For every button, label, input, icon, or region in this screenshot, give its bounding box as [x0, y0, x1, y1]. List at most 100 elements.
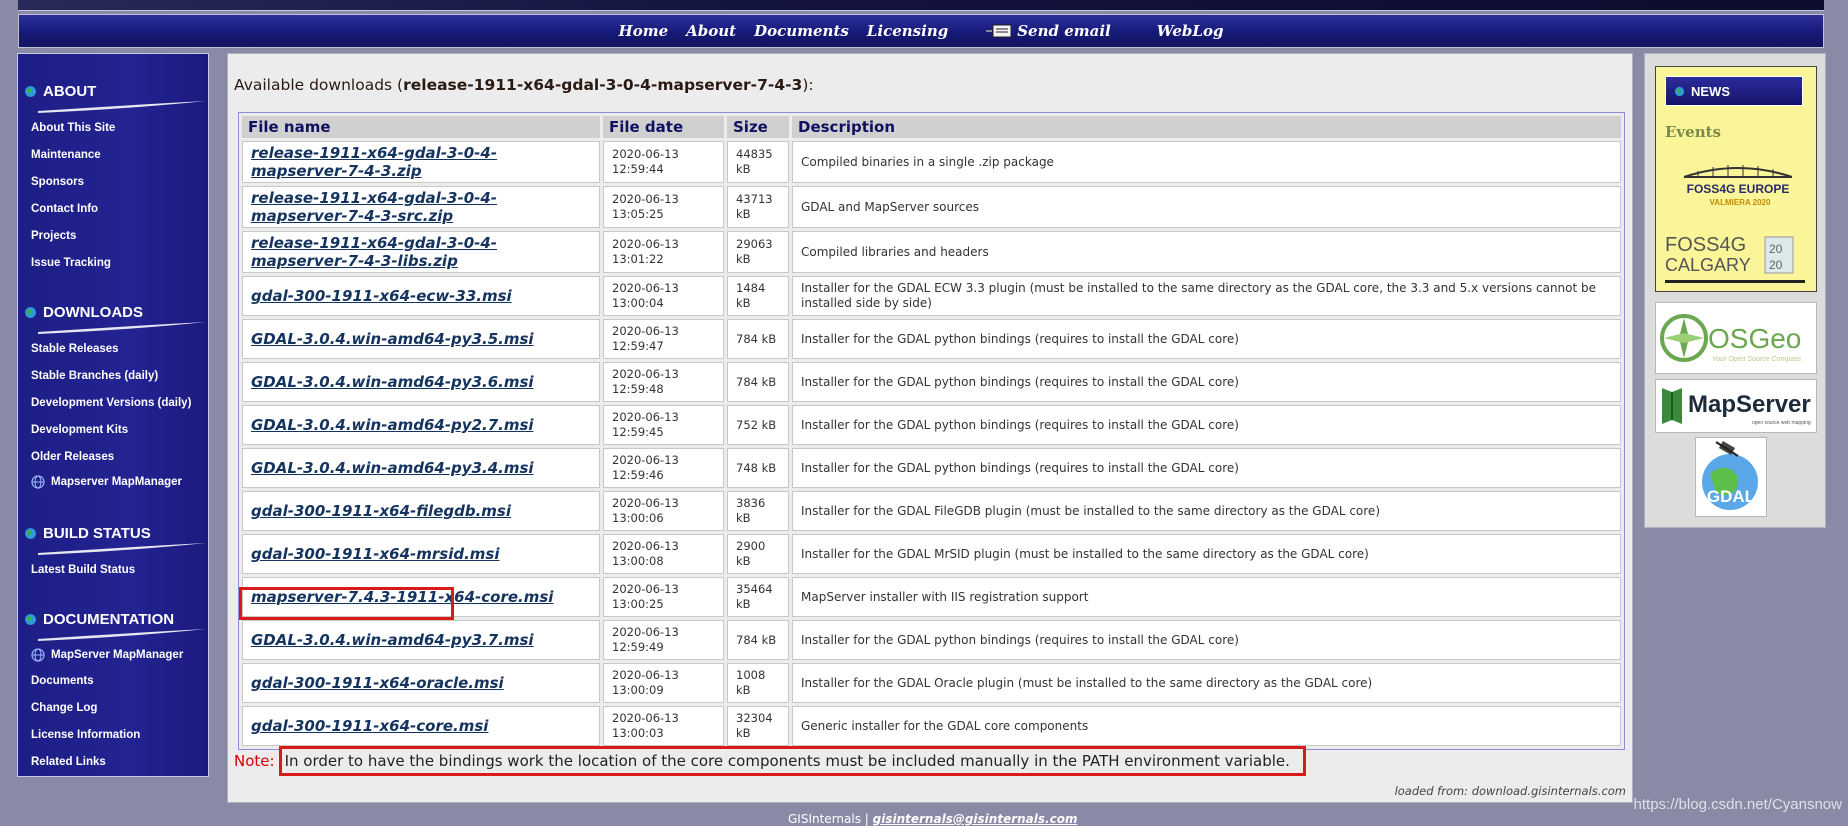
foss4g-europe-line1: FOSS4G EUROPE — [1687, 182, 1790, 196]
file-download-link[interactable]: gdal-300-1911-x64-ecw-33.msi — [251, 287, 512, 305]
file-download-link[interactable]: GDAL-3.0.4.win-amd64-py3.5.msi — [251, 330, 534, 348]
file-name-cell: gdal-300-1911-x64-mrsid.msi — [242, 534, 600, 574]
sidebar-item-stable-releases[interactable]: Stable Releases — [31, 343, 119, 355]
mapserver-tagline: open source web mapping — [1752, 420, 1811, 426]
available-prefix: Available downloads ( — [234, 76, 404, 94]
file-name-cell: GDAL-3.0.4.win-amd64-py3.4.msi — [242, 448, 600, 488]
nav-send-email[interactable]: Send email — [986, 22, 1111, 40]
sidebar-item-development-versions[interactable]: Development Versions (daily) — [31, 397, 191, 409]
nav-home[interactable]: Home — [619, 22, 669, 40]
file-download-link[interactable]: gdal-300-1911-x64-core.msi — [251, 717, 488, 735]
nav-licensing[interactable]: Licensing — [867, 22, 948, 40]
table-row: gdal-300-1911-x64-oracle.msi 2020-06-13 1… — [242, 663, 1621, 703]
file-name-cell: gdal-300-1911-x64-ecw-33.msi — [242, 276, 600, 316]
footer: GISInternals | gisinternals@gisinternals… — [788, 812, 1077, 826]
table-row: gdal-300-1911-x64-filegdb.msi 2020-06-13 … — [242, 491, 1621, 531]
table-row: GDAL-3.0.4.win-amd64-py3.4.msi 2020-06-13… — [242, 448, 1621, 488]
column-size: Size — [727, 116, 789, 138]
gdal-wordmark: GDAL — [1707, 487, 1755, 506]
sidebar-item-sponsors[interactable]: Sponsors — [31, 176, 84, 188]
sidebar-item-about-this-site[interactable]: About This Site — [31, 122, 115, 134]
top-navigation: Home About Documents Licensing Send emai… — [18, 14, 1824, 48]
file-download-link[interactable]: gdal-300-1911-x64-mrsid.msi — [251, 545, 499, 563]
file-name-cell: gdal-300-1911-x64-core.msi — [242, 706, 600, 746]
file-size-cell: 784 kB — [727, 620, 789, 660]
file-description-cell: Installer for the GDAL FileGDB plugin (m… — [792, 491, 1621, 531]
file-description-cell: Installer for the GDAL python bindings (… — [792, 405, 1621, 445]
table-row: gdal-300-1911-x64-core.msi 2020-06-13 13:… — [242, 706, 1621, 746]
globe-icon — [25, 86, 36, 97]
foss4g-calgary-line2: CALGARY — [1665, 255, 1751, 275]
file-date-cell: 2020-06-13 13:01:22 — [603, 231, 724, 273]
sidebar-item-license-information[interactable]: License Information — [31, 729, 140, 741]
world-icon — [31, 648, 45, 662]
file-date-cell: 2020-06-13 12:59:45 — [603, 405, 724, 445]
note-label: Note: — [234, 752, 275, 770]
swoosh-decoration — [38, 629, 206, 641]
file-download-link[interactable]: GDAL-3.0.4.win-amd64-py3.6.msi — [251, 373, 534, 391]
world-icon — [31, 475, 45, 489]
foss4g-calgary-year-bottom: 20 — [1769, 258, 1783, 272]
table-row: gdal-300-1911-x64-mrsid.msi 2020-06-13 13… — [242, 534, 1621, 574]
file-description-cell: Compiled binaries in a single .zip packa… — [792, 141, 1621, 183]
file-download-link[interactable]: release-1911-x64-gdal-3-0-4-mapserver-7-… — [251, 144, 497, 180]
sidebar-item-mapserver-mapmanager-docs[interactable]: MapServer MapManager — [31, 648, 183, 662]
file-size-cell: 35464 kB — [727, 577, 789, 617]
section-about: ABOUT — [24, 83, 96, 100]
sidebar-item-development-kits[interactable]: Development Kits — [31, 424, 128, 436]
gdal-logo[interactable]: GDAL — [1695, 437, 1767, 517]
file-download-link[interactable]: gdal-300-1911-x64-oracle.msi — [251, 674, 504, 692]
nav-about[interactable]: About — [686, 22, 736, 40]
sidebar-item-projects[interactable]: Projects — [31, 230, 76, 242]
file-date-cell: 2020-06-13 13:00:03 — [603, 706, 724, 746]
sidebar-item-related-links[interactable]: Related Links — [31, 756, 106, 768]
osgeo-logo[interactable]: OSGeo Your Open Source Compass — [1655, 302, 1817, 374]
file-download-link[interactable]: mapserver-7.4.3-1911-x64-core.msi — [251, 588, 553, 606]
file-download-link[interactable]: gdal-300-1911-x64-filegdb.msi — [251, 502, 511, 520]
file-name-cell: mapserver-7.4.3-1911-x64-core.msi — [242, 577, 600, 617]
file-description-cell: Installer for the GDAL python bindings (… — [792, 362, 1621, 402]
column-description: Description — [792, 116, 1621, 138]
foss4g-europe-line2: VALMIERA 2020 — [1710, 198, 1771, 207]
file-description-cell: Installer for the GDAL python bindings (… — [792, 319, 1621, 359]
file-date-cell: 2020-06-13 12:59:47 — [603, 319, 724, 359]
file-download-link[interactable]: release-1911-x64-gdal-3-0-4-mapserver-7-… — [251, 189, 497, 225]
footer-email-link[interactable]: gisinternals@gisinternals.com — [873, 812, 1078, 826]
news-box: NEWS Events FOSS4G EUROPE VALMIERA 2020 … — [1655, 66, 1817, 292]
file-size-cell: 43713 kB — [727, 186, 789, 228]
nav-weblog[interactable]: WebLog — [1157, 22, 1224, 40]
foss4g-europe-logo[interactable]: FOSS4G EUROPE VALMIERA 2020 — [1678, 161, 1798, 211]
file-description-cell: Installer for the GDAL MrSID plugin (mus… — [792, 534, 1621, 574]
file-download-link[interactable]: GDAL-3.0.4.win-amd64-py2.7.msi — [251, 416, 534, 434]
swoosh-decoration — [38, 322, 206, 334]
news-divider — [1665, 280, 1805, 283]
sidebar-item-older-releases[interactable]: Older Releases — [31, 451, 114, 463]
sidebar-item-maintenance[interactable]: Maintenance — [31, 149, 101, 161]
sidebar-item-documents[interactable]: Documents — [31, 675, 94, 687]
foss4g-calgary-logo[interactable]: FOSS4G CALGARY 20 20 — [1665, 231, 1797, 277]
file-description-cell: Compiled libraries and headers — [792, 231, 1621, 273]
sidebar-item-issue-tracking[interactable]: Issue Tracking — [31, 257, 111, 269]
sidebar-item-contact-info[interactable]: Contact Info — [31, 203, 98, 215]
mapserver-logo[interactable]: MapServer open source web mapping — [1655, 379, 1817, 433]
events-title: Events — [1665, 123, 1721, 141]
sidebar-item-mapserver-mapmanager[interactable]: Mapserver MapManager — [31, 475, 182, 489]
file-download-link[interactable]: release-1911-x64-gdal-3-0-4-mapserver-7-… — [251, 234, 497, 270]
file-description-cell: Installer for the GDAL python bindings (… — [792, 448, 1621, 488]
sidebar-item-stable-branches[interactable]: Stable Branches (daily) — [31, 370, 158, 382]
file-name-cell: GDAL-3.0.4.win-amd64-py2.7.msi — [242, 405, 600, 445]
top-banner — [18, 0, 1824, 11]
file-download-link[interactable]: GDAL-3.0.4.win-amd64-py3.4.msi — [251, 459, 534, 477]
sidebar-item-change-log[interactable]: Change Log — [31, 702, 97, 714]
file-description-cell: Installer for the GDAL Oracle plugin (mu… — [792, 663, 1621, 703]
file-name-cell: gdal-300-1911-x64-filegdb.msi — [242, 491, 600, 531]
nav-documents[interactable]: Documents — [754, 22, 849, 40]
sidebar-item-latest-build-status[interactable]: Latest Build Status — [31, 564, 135, 576]
file-name-cell: GDAL-3.0.4.win-amd64-py3.6.msi — [242, 362, 600, 402]
mail-icon — [986, 24, 1012, 38]
file-description-cell: Installer for the GDAL ECW 3.3 plugin (m… — [792, 276, 1621, 316]
file-name-cell: release-1911-x64-gdal-3-0-4-mapserver-7-… — [242, 231, 600, 273]
globe-icon — [25, 528, 36, 539]
file-download-link[interactable]: GDAL-3.0.4.win-amd64-py3.7.msi — [251, 631, 534, 649]
note: Note: In order to have the bindings work… — [234, 746, 1306, 776]
